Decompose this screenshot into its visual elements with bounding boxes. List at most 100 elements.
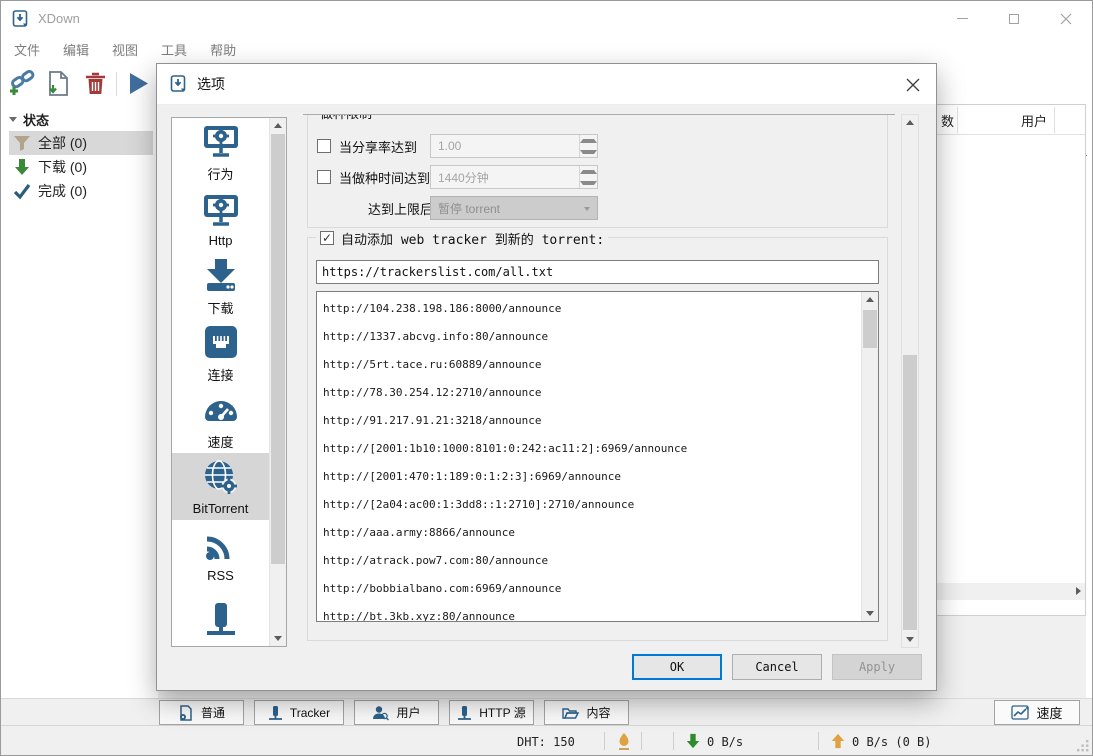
- tracker-row[interactable]: http://[2001:1b10:1000:8101:0:242:ac11:2…: [317, 435, 878, 463]
- app-icon: [12, 10, 30, 28]
- tab-general[interactable]: 普通: [159, 700, 244, 725]
- resize-grip[interactable]: [1077, 740, 1089, 752]
- nav-item-connection[interactable]: 连接: [172, 319, 269, 386]
- menu-edit[interactable]: 编辑: [63, 40, 89, 59]
- seed-time-label: 当做种时间达到: [339, 168, 430, 187]
- nav-scrollbar-thumb[interactable]: [271, 134, 285, 564]
- titlebar: XDown: [1, 1, 1092, 36]
- share-ratio-checkbox[interactable]: [317, 139, 331, 153]
- menubar: 文件 编辑 视图 工具 帮助: [1, 36, 1092, 63]
- tracker-row[interactable]: http://78.30.254.12:2710/announce: [317, 379, 878, 407]
- download-speed-icon: [685, 732, 701, 750]
- flame-icon: [616, 732, 632, 751]
- server-icon: [457, 705, 472, 721]
- nav-scrollbar[interactable]: [269, 118, 286, 646]
- folder-open-icon: [562, 705, 579, 721]
- menu-tools[interactable]: 工具: [161, 40, 187, 59]
- tracker-list: http://104.238.198.186:8000/announce htt…: [316, 291, 879, 622]
- statusbar: DHT: 150 0 B/s 0 B/s (0 B): [1, 725, 1092, 756]
- download-tray-icon: [201, 255, 241, 295]
- sidebar-item-label: 完成 (0): [38, 181, 87, 201]
- nav-item-partial[interactable]: [172, 587, 269, 647]
- apply-button: Apply: [832, 654, 922, 680]
- page-gear-icon: [178, 705, 194, 721]
- seeding-limits-group: 做种限制 当分享率达到 1.00 当做种时间达到 1440分钟: [307, 114, 888, 228]
- column-header-user[interactable]: 用户: [999, 105, 1069, 135]
- cancel-button[interactable]: Cancel: [732, 654, 822, 680]
- tree-header-status[interactable]: 状态: [1, 107, 157, 131]
- chevron-down-icon: [584, 207, 590, 211]
- maximize-button[interactable]: [988, 1, 1040, 36]
- nav-item-speed[interactable]: 速度: [172, 386, 269, 453]
- content-scrollbar-thumb[interactable]: [903, 355, 917, 630]
- download-speed: 0 B/s: [707, 735, 743, 749]
- seeding-limits-group-title: 做种限制: [316, 114, 376, 121]
- close-button[interactable]: [1040, 1, 1092, 36]
- tracker-row[interactable]: http://bobbialbano.com:6969/announce: [317, 575, 878, 603]
- ok-button[interactable]: OK: [632, 654, 722, 680]
- nav-item-rss[interactable]: RSS: [172, 520, 269, 587]
- tab-peers[interactable]: 用户: [354, 700, 439, 725]
- add-link-button[interactable]: [9, 70, 36, 97]
- dialog-close-button[interactable]: [902, 74, 924, 96]
- tab-content[interactable]: 内容: [544, 700, 629, 725]
- tracker-list-scrollbar[interactable]: [861, 292, 878, 621]
- server-icon: [201, 601, 241, 641]
- menu-help[interactable]: 帮助: [210, 40, 236, 59]
- scroll-up-icon: [906, 120, 914, 125]
- scroll-down-icon: [866, 611, 874, 616]
- delete-button[interactable]: [82, 70, 109, 97]
- tracker-scrollbar-thumb[interactable]: [863, 310, 877, 348]
- dialog-titlebar: 选项: [157, 64, 936, 105]
- options-dialog: 选项 行为 Http 下载 连接: [156, 63, 937, 691]
- settings-nav: 行为 Http 下载 连接 速度: [171, 117, 287, 647]
- minimize-button[interactable]: [936, 1, 988, 36]
- tracker-row[interactable]: http://5rt.tace.ru:60889/announce: [317, 351, 878, 379]
- tracker-row[interactable]: http://atrack.pow7.com:80/announce: [317, 547, 878, 575]
- auto-tracker-checkbox[interactable]: ✓: [320, 231, 334, 245]
- tracker-row[interactable]: http://1337.abcvg.info:80/announce: [317, 323, 878, 351]
- nav-item-http[interactable]: Http: [172, 185, 269, 252]
- seed-time-spinner: 1440分钟: [430, 165, 598, 189]
- chart-icon: [1011, 705, 1029, 720]
- auto-tracker-group-title: ✓ 自动添加 web tracker 到新的 torrent:: [316, 229, 608, 247]
- nav-item-download[interactable]: 下载: [172, 252, 269, 319]
- tracker-row[interactable]: http://[2a04:ac00:1:3dd8::1:2710]:2710/a…: [317, 491, 878, 519]
- gauge-icon: [201, 389, 241, 429]
- tab-tracker[interactable]: Tracker: [254, 700, 344, 725]
- start-button[interactable]: [125, 70, 152, 97]
- user-search-icon: [372, 705, 389, 721]
- upload-speed-icon: [830, 732, 846, 750]
- tracker-row[interactable]: http://[2001:470:1:189:0:1:2:3]:6969/ann…: [317, 463, 878, 491]
- after-limit-dropdown: 暂停 torrent: [430, 196, 598, 220]
- tracker-row[interactable]: http://bt.3kb.xyz:80/announce: [317, 603, 878, 622]
- menu-file[interactable]: 文件: [14, 40, 40, 59]
- tab-http-source[interactable]: HTTP 源: [449, 700, 534, 725]
- maximize-icon: [1009, 14, 1019, 24]
- sidebar-item-all[interactable]: 全部 (0): [9, 131, 153, 155]
- sidebar-item-label: 全部 (0): [38, 133, 87, 153]
- nav-item-behavior[interactable]: 行为: [172, 118, 269, 185]
- tracker-list-url-input[interactable]: [316, 260, 879, 284]
- funnel-icon: [13, 134, 31, 152]
- scroll-down-icon: [906, 637, 914, 642]
- nav-item-bittorrent[interactable]: BitTorrent: [172, 453, 269, 520]
- window-title: XDown: [38, 11, 80, 26]
- close-icon: [1060, 13, 1072, 25]
- menu-view[interactable]: 视图: [112, 40, 138, 59]
- content-scrollbar[interactable]: [901, 114, 919, 648]
- sidebar-item-completed[interactable]: 完成 (0): [9, 179, 153, 203]
- tracker-row[interactable]: http://aaa.army:8866/announce: [317, 519, 878, 547]
- monitor-gear-icon: [201, 121, 241, 161]
- spinner-buttons: [579, 166, 597, 188]
- tracker-row[interactable]: http://91.217.91.21:3218/announce: [317, 407, 878, 435]
- seed-time-checkbox[interactable]: [317, 170, 331, 184]
- app-icon: [170, 75, 188, 93]
- minimize-icon: [957, 18, 968, 19]
- after-limit-label: 达到上限后:: [368, 199, 437, 218]
- speed-graph-button[interactable]: 速度: [994, 700, 1080, 725]
- sidebar-item-downloading[interactable]: 下载 (0): [9, 155, 153, 179]
- scroll-down-icon: [274, 636, 282, 641]
- tracker-row[interactable]: http://104.238.198.186:8000/announce: [317, 295, 878, 323]
- new-task-button[interactable]: [45, 70, 72, 97]
